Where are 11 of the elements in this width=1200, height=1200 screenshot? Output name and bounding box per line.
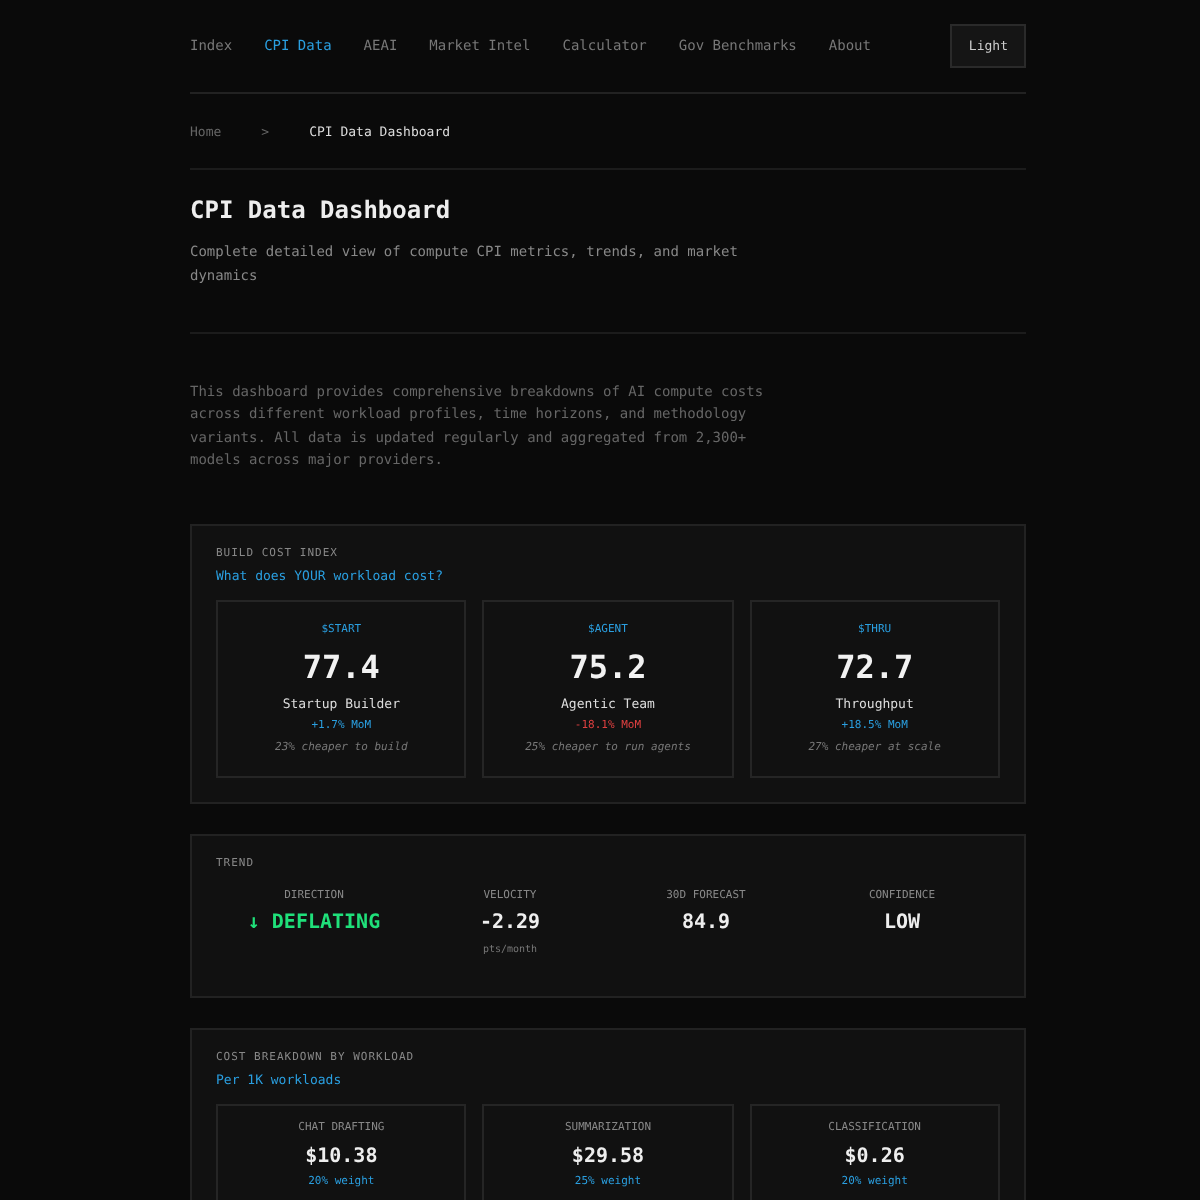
page-title: CPI Data Dashboard [190,196,453,224]
workload-cost: $0.26 [844,1146,905,1169]
stat-value: -2.29 [479,912,541,935]
index-value: 75.2 [569,648,647,687]
index-value: 72.7 [836,648,914,687]
stat-value: LOW [883,912,921,935]
workload-cost: $10.38 [305,1146,378,1169]
workload-cost: $29.58 [571,1146,645,1169]
index-value: 77.4 [302,648,380,687]
stat-value: ↓ DEFLATING [247,912,381,935]
stat-value: 84.9 [681,912,731,935]
